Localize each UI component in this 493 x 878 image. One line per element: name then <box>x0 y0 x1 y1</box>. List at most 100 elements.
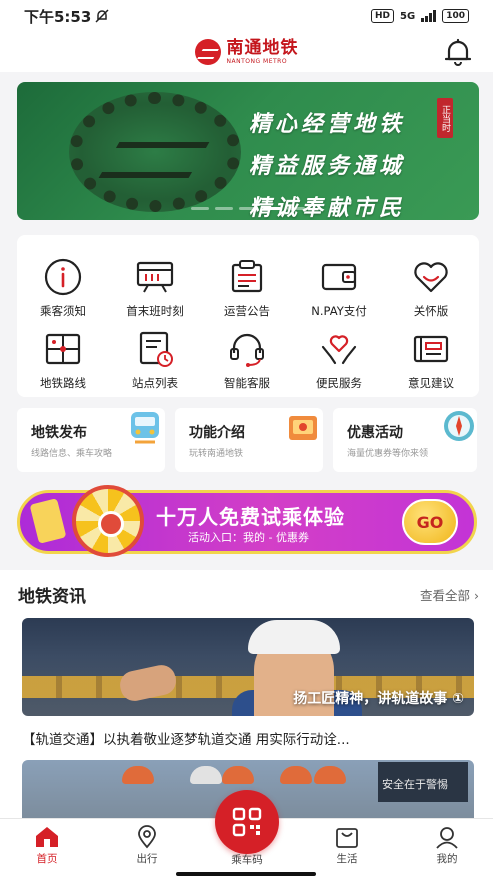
home-indicator <box>176 872 316 876</box>
network-label: 5G <box>400 10 416 22</box>
banner-line-1: 精心经营地铁 <box>249 111 406 137</box>
home-icon <box>36 827 58 847</box>
metro-logo-icon <box>194 39 221 65</box>
news-section-title: 地铁资讯 <box>18 587 86 607</box>
news-image-caption: 扬工匠精神，讲轨道故事 ① <box>293 691 464 707</box>
status-time: 下午5:53 <box>24 7 92 26</box>
headset-icon <box>230 333 264 367</box>
compass-icon <box>444 411 474 441</box>
signal-icon <box>421 10 437 22</box>
feedback-icon <box>413 335 449 363</box>
service-route-map[interactable]: 地铁路线 <box>17 325 109 397</box>
view-all-label: 查看全部 <box>420 588 471 603</box>
status-time-group: 下午5:53 <box>24 6 109 27</box>
service-label: 站点列表 <box>132 376 178 390</box>
quick-card-subtitle: 玩转南通地铁 <box>189 449 244 459</box>
quick-card-feature-intro[interactable]: 功能介绍 玩转南通地铁 <box>175 408 323 472</box>
banner-line-3: 精诚奉献市民 <box>249 195 406 220</box>
service-npay[interactable]: N.PAY支付 <box>293 253 385 325</box>
banner-slogan: 精心经营地铁 精益服务通城 精诚奉献市民 <box>249 106 405 220</box>
train-icon <box>131 412 159 444</box>
mute-bell-icon <box>95 9 109 23</box>
ride-code-button[interactable] <box>215 790 279 854</box>
pagination-dot[interactable] <box>215 207 233 210</box>
helmet-decoration <box>190 766 222 784</box>
tab-life[interactable]: 生活 <box>317 825 377 866</box>
service-label: 关怀版 <box>413 304 449 318</box>
battery-icon: 100 <box>442 9 469 23</box>
safety-sign: 安全在于警惕 <box>378 762 468 802</box>
service-label: 智能客服 <box>224 376 270 390</box>
life-icon <box>336 828 358 848</box>
prize-wheel-icon <box>72 485 144 557</box>
service-label: 意见建议 <box>408 376 454 390</box>
pagination-dot[interactable] <box>287 207 305 210</box>
banner-line-2: 精益服务通城 <box>249 153 406 179</box>
news-headline[interactable]: 【轨道交通】以执着敬业逐梦轨道交通 用实际行动诠... <box>22 728 472 748</box>
banner-seal: 正当时 <box>437 98 453 138</box>
metro-news-section: 地铁资讯 查看全部 › 扬工匠精神，讲轨道故事 ① 【轨道交通】以执着敬业逐梦轨… <box>0 570 493 820</box>
helmet-decoration <box>122 766 154 784</box>
service-convenience[interactable]: 便民服务 <box>293 325 385 397</box>
announcement-icon <box>231 260 263 293</box>
service-label: 首末班时刻 <box>126 304 184 318</box>
ride-code-label: 乘车码 <box>231 854 263 866</box>
service-label: N.PAY支付 <box>311 304 367 318</box>
tab-home[interactable]: 首页 <box>17 825 77 866</box>
logo-title: 南通地铁 <box>226 37 299 58</box>
quick-card-title: 地铁发布 <box>31 425 87 441</box>
promo-subtitle: 活动入口：我的 - 优惠券 <box>188 531 309 544</box>
quick-card-title: 功能介绍 <box>189 425 245 441</box>
status-bar: 下午5:53 HD 5G 100 <box>0 0 493 32</box>
service-care-mode[interactable]: 关怀版 <box>385 253 477 325</box>
pagination-dot-active[interactable] <box>263 207 281 210</box>
promo-banner[interactable]: 精心经营地铁 精益服务通城 精诚奉献市民 正当时 <box>17 82 479 220</box>
gift-icon <box>289 416 317 440</box>
pagination-dot[interactable] <box>191 207 209 210</box>
qr-code-icon <box>232 807 262 837</box>
service-smart-support[interactable]: 智能客服 <box>201 325 293 397</box>
info-icon <box>44 258 82 296</box>
promo-go-button[interactable]: GO <box>402 499 458 545</box>
route-map-icon <box>45 333 81 365</box>
travel-icon <box>138 825 156 849</box>
news-image[interactable]: 扬工匠精神，讲轨道故事 ① <box>22 618 474 716</box>
service-label: 便民服务 <box>316 376 362 390</box>
helmet-decoration <box>314 766 346 784</box>
service-station-list[interactable]: 站点列表 <box>109 325 201 397</box>
tab-travel[interactable]: 出行 <box>117 825 177 866</box>
helmet-decoration <box>248 620 340 654</box>
app-header: 南通地铁 NANTONG METRO <box>0 32 493 72</box>
service-feedback[interactable]: 意见建议 <box>385 325 477 397</box>
service-timetable[interactable]: 首末班时刻 <box>109 253 201 325</box>
hands-heart-icon <box>321 335 357 365</box>
banner-crowd-logo <box>69 92 241 212</box>
tab-label: 生活 <box>336 853 358 865</box>
banner-pagination <box>191 207 305 210</box>
quick-card-promotions[interactable]: 优惠活动 海量优惠券等你来领 <box>333 408 477 472</box>
quick-card-metro-release[interactable]: 地铁发布 线路信息、乘车攻略 <box>17 408 165 472</box>
service-passenger-notice[interactable]: 乘客须知 <box>17 253 109 325</box>
timetable-icon <box>136 261 174 293</box>
notification-bell-icon[interactable] <box>445 38 471 66</box>
quick-card-subtitle: 海量优惠券等你来领 <box>347 449 429 459</box>
hd-badge: HD <box>371 9 395 23</box>
tab-profile[interactable]: 我的 <box>417 825 477 866</box>
status-indicators: HD 5G 100 <box>371 9 469 23</box>
tab-label: 出行 <box>136 853 158 865</box>
station-list-icon <box>139 331 173 367</box>
service-label: 乘客须知 <box>40 304 86 318</box>
view-all-link[interactable]: 查看全部 › <box>420 585 479 604</box>
coupon-icon <box>29 498 67 544</box>
free-ride-promo[interactable]: 十万人免费试乘体验 活动入口：我的 - 优惠券 GO <box>17 485 477 557</box>
heart-icon <box>414 262 448 293</box>
service-announcement[interactable]: 运营公告 <box>201 253 293 325</box>
tab-label: 首页 <box>36 853 58 865</box>
profile-icon <box>436 827 458 849</box>
service-label: 运营公告 <box>224 304 270 318</box>
tab-label: 我的 <box>436 853 458 865</box>
service-grid: 乘客须知 首末班时刻 运营公告 N.PAY支付 关怀版 地铁路线 站点列表 智能… <box>17 235 479 397</box>
logo-text: 南通地铁 NANTONG METRO <box>226 37 299 65</box>
promo-title: 十万人免费试乘体验 <box>156 505 345 529</box>
pagination-dot[interactable] <box>239 207 257 210</box>
